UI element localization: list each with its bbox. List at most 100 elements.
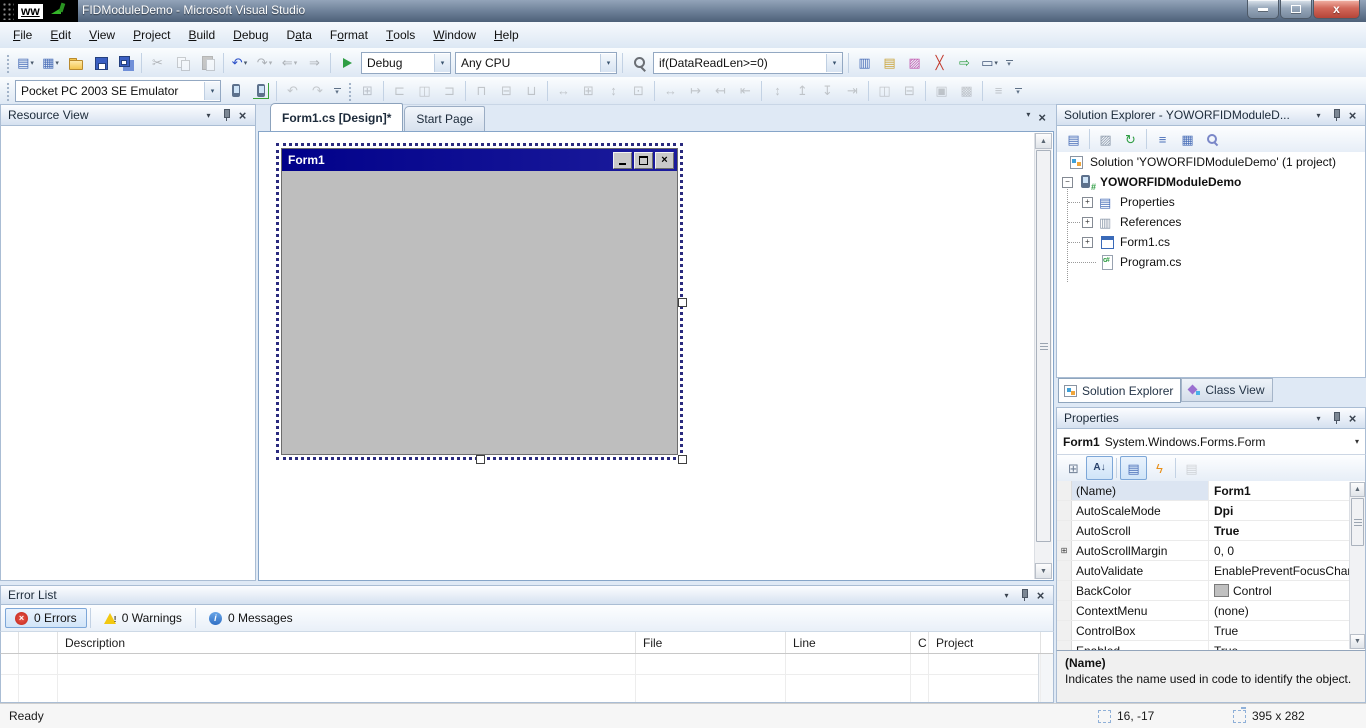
new-project-button[interactable]: ▤▾ (13, 52, 38, 74)
connect-to-device-button[interactable] (248, 80, 273, 102)
chevron-down-icon[interactable]: ▾ (434, 54, 450, 72)
tree-item-references[interactable]: +▥References (1057, 212, 1365, 232)
expand-icon[interactable]: + (1082, 237, 1093, 248)
filter-0-warnings-button[interactable]: !0 Warnings (94, 608, 192, 628)
dock-tab-class-view[interactable]: Class View (1181, 378, 1272, 402)
properties-view-button[interactable]: ▤ (1120, 456, 1147, 480)
property-row-autoscalemode[interactable]: AutoScaleModeDpi (1057, 501, 1365, 521)
solution-explorer-button[interactable]: ▥ (852, 52, 877, 74)
property-row-controlbox[interactable]: ControlBoxTrue (1057, 621, 1365, 641)
tree-item-program-cs[interactable]: Program.cs (1057, 252, 1365, 272)
designed-form[interactable]: Form1 × (281, 148, 678, 455)
properties-window-button[interactable]: ▤ (877, 52, 902, 74)
window-position-menu-icon[interactable]: ▾ (998, 587, 1015, 603)
column-header-project[interactable]: Project (929, 632, 1041, 653)
open-file-button[interactable] (63, 52, 88, 74)
add-new-item-button[interactable]: ▦▾ (38, 52, 63, 74)
tree-item-form1-cs[interactable]: +Form1.cs (1057, 232, 1365, 252)
window-position-menu-icon[interactable]: ▾ (1310, 107, 1327, 123)
categorized-button[interactable]: ⊞ (1061, 457, 1086, 479)
save-all-button[interactable] (113, 52, 138, 74)
window-position-menu-icon[interactable]: ▾ (200, 107, 217, 123)
column-header-blank[interactable] (1, 632, 19, 653)
refresh-button[interactable]: ↻ (1118, 128, 1143, 150)
tab-form1-cs-design[interactable]: Form1.cs [Design]* (270, 103, 403, 131)
active-files-dropdown-icon[interactable]: ▾ (1026, 110, 1030, 125)
resize-handle-right[interactable] (678, 298, 687, 307)
pin-icon[interactable] (1327, 107, 1344, 123)
menu-item-format[interactable]: Format (321, 22, 377, 48)
solution-configuration-combo[interactable]: Debug▾ (361, 52, 451, 74)
menu-item-tools[interactable]: Tools (377, 22, 424, 48)
chevron-down-icon[interactable]: ▾ (826, 54, 842, 72)
undo-button[interactable]: ↶▾ (227, 52, 252, 74)
restore-button[interactable] (1280, 0, 1312, 19)
view-class-diagram-button[interactable] (1200, 128, 1225, 150)
alphabetical-button[interactable]: A↓ (1086, 456, 1113, 480)
target-device-combo[interactable]: Pocket PC 2003 SE Emulator▾ (15, 80, 221, 102)
window-position-menu-icon[interactable]: ▾ (1310, 410, 1327, 426)
object-selector-combo[interactable]: Form1 System.Windows.Forms.Form ▾ (1056, 429, 1366, 455)
expand-icon[interactable]: + (1082, 197, 1093, 208)
chevron-down-icon[interactable]: ▾ (204, 82, 220, 100)
resize-handle-bottom[interactable] (476, 455, 485, 464)
toolbar-overflow-icon[interactable]: ▾ (1002, 52, 1016, 74)
close-icon[interactable]: × (1344, 410, 1361, 426)
tab-start-page[interactable]: Start Page (404, 106, 485, 131)
column-header-line[interactable]: Line (786, 632, 911, 653)
property-value[interactable]: 0, 0 (1209, 541, 1365, 560)
events-view-button[interactable]: ϟ (1147, 457, 1172, 479)
scroll-down-icon[interactable]: ▼ (1350, 634, 1365, 649)
solution-platform-combo[interactable]: Any CPU▾ (455, 52, 617, 74)
tree-item-solution-yoworfidmoduledemo-1-project[interactable]: Solution 'YOWORFIDModuleDemo' (1 project… (1057, 152, 1365, 172)
menu-item-edit[interactable]: Edit (41, 22, 80, 48)
properties-scrollbar[interactable]: ▲ ▼ (1349, 482, 1365, 649)
resize-handle-corner[interactable] (678, 455, 687, 464)
menu-item-data[interactable]: Data (278, 22, 321, 48)
scroll-down-icon[interactable]: ▼ (1035, 563, 1052, 579)
minimize-button[interactable] (1247, 0, 1279, 19)
property-row-name[interactable]: (Name)Form1 (1057, 481, 1365, 501)
column-header-file[interactable]: File (636, 632, 786, 653)
property-value[interactable]: (none) (1209, 601, 1365, 620)
property-row-autovalidate[interactable]: AutoValidateEnablePreventFocusChar (1057, 561, 1365, 581)
property-row-contextmenu[interactable]: ContextMenu(none) (1057, 601, 1365, 621)
pin-icon[interactable] (217, 107, 234, 123)
tree-item-yoworfidmoduledemo[interactable]: −YOWORFIDModuleDemo (1057, 172, 1365, 192)
column-header-blank[interactable] (19, 632, 58, 653)
property-row-autoscroll[interactable]: AutoScrollTrue (1057, 521, 1365, 541)
designer-vertical-scrollbar[interactable]: ▲ ▼ (1034, 133, 1052, 579)
command-window-button[interactable]: ▭▾ (977, 52, 1002, 74)
find-combo[interactable]: if(DataReadLen>=0)▾ (653, 52, 843, 74)
device-options-button[interactable] (223, 80, 248, 102)
property-value[interactable]: Control (1209, 581, 1365, 600)
property-row-enabled[interactable]: EnabledTrue (1057, 641, 1365, 650)
expand-icon[interactable]: + (1082, 217, 1093, 228)
close-icon[interactable]: × (1344, 107, 1361, 123)
pin-icon[interactable] (1015, 587, 1032, 603)
menu-item-file[interactable]: File (4, 22, 41, 48)
menu-item-window[interactable]: Window (424, 22, 485, 48)
close-button[interactable]: x (1313, 0, 1360, 19)
column-header-description[interactable]: Description (58, 632, 636, 653)
property-value[interactable]: Form1 (1209, 481, 1365, 500)
property-row-autoscrollmargin[interactable]: ⊞AutoScrollMargin0, 0 (1057, 541, 1365, 561)
property-value[interactable]: True (1209, 641, 1365, 650)
toolbox-button[interactable]: ▨ (902, 52, 927, 74)
column-header-c[interactable]: C (911, 632, 929, 653)
scroll-up-icon[interactable]: ▲ (1035, 133, 1052, 149)
start-page-button[interactable]: ⇨ (952, 52, 977, 74)
close-icon[interactable]: × (234, 107, 251, 123)
dock-tab-solution-explorer[interactable]: Solution Explorer (1058, 378, 1181, 403)
scrollbar-thumb[interactable] (1351, 498, 1364, 546)
pin-icon[interactable] (1327, 410, 1344, 426)
property-value[interactable]: True (1209, 521, 1365, 540)
toolbar-overflow-icon[interactable]: ▾ (330, 80, 344, 102)
start-debugging-button[interactable] (334, 52, 359, 74)
properties-button[interactable]: ▤ (1061, 128, 1086, 150)
menu-item-debug[interactable]: Debug (224, 22, 277, 48)
filter-0-messages-button[interactable]: i0 Messages (199, 608, 303, 628)
chevron-down-icon[interactable]: ▾ (600, 54, 616, 72)
find-in-files-button[interactable] (626, 52, 651, 74)
toolbar-overflow-icon[interactable]: ▾ (1011, 80, 1025, 102)
